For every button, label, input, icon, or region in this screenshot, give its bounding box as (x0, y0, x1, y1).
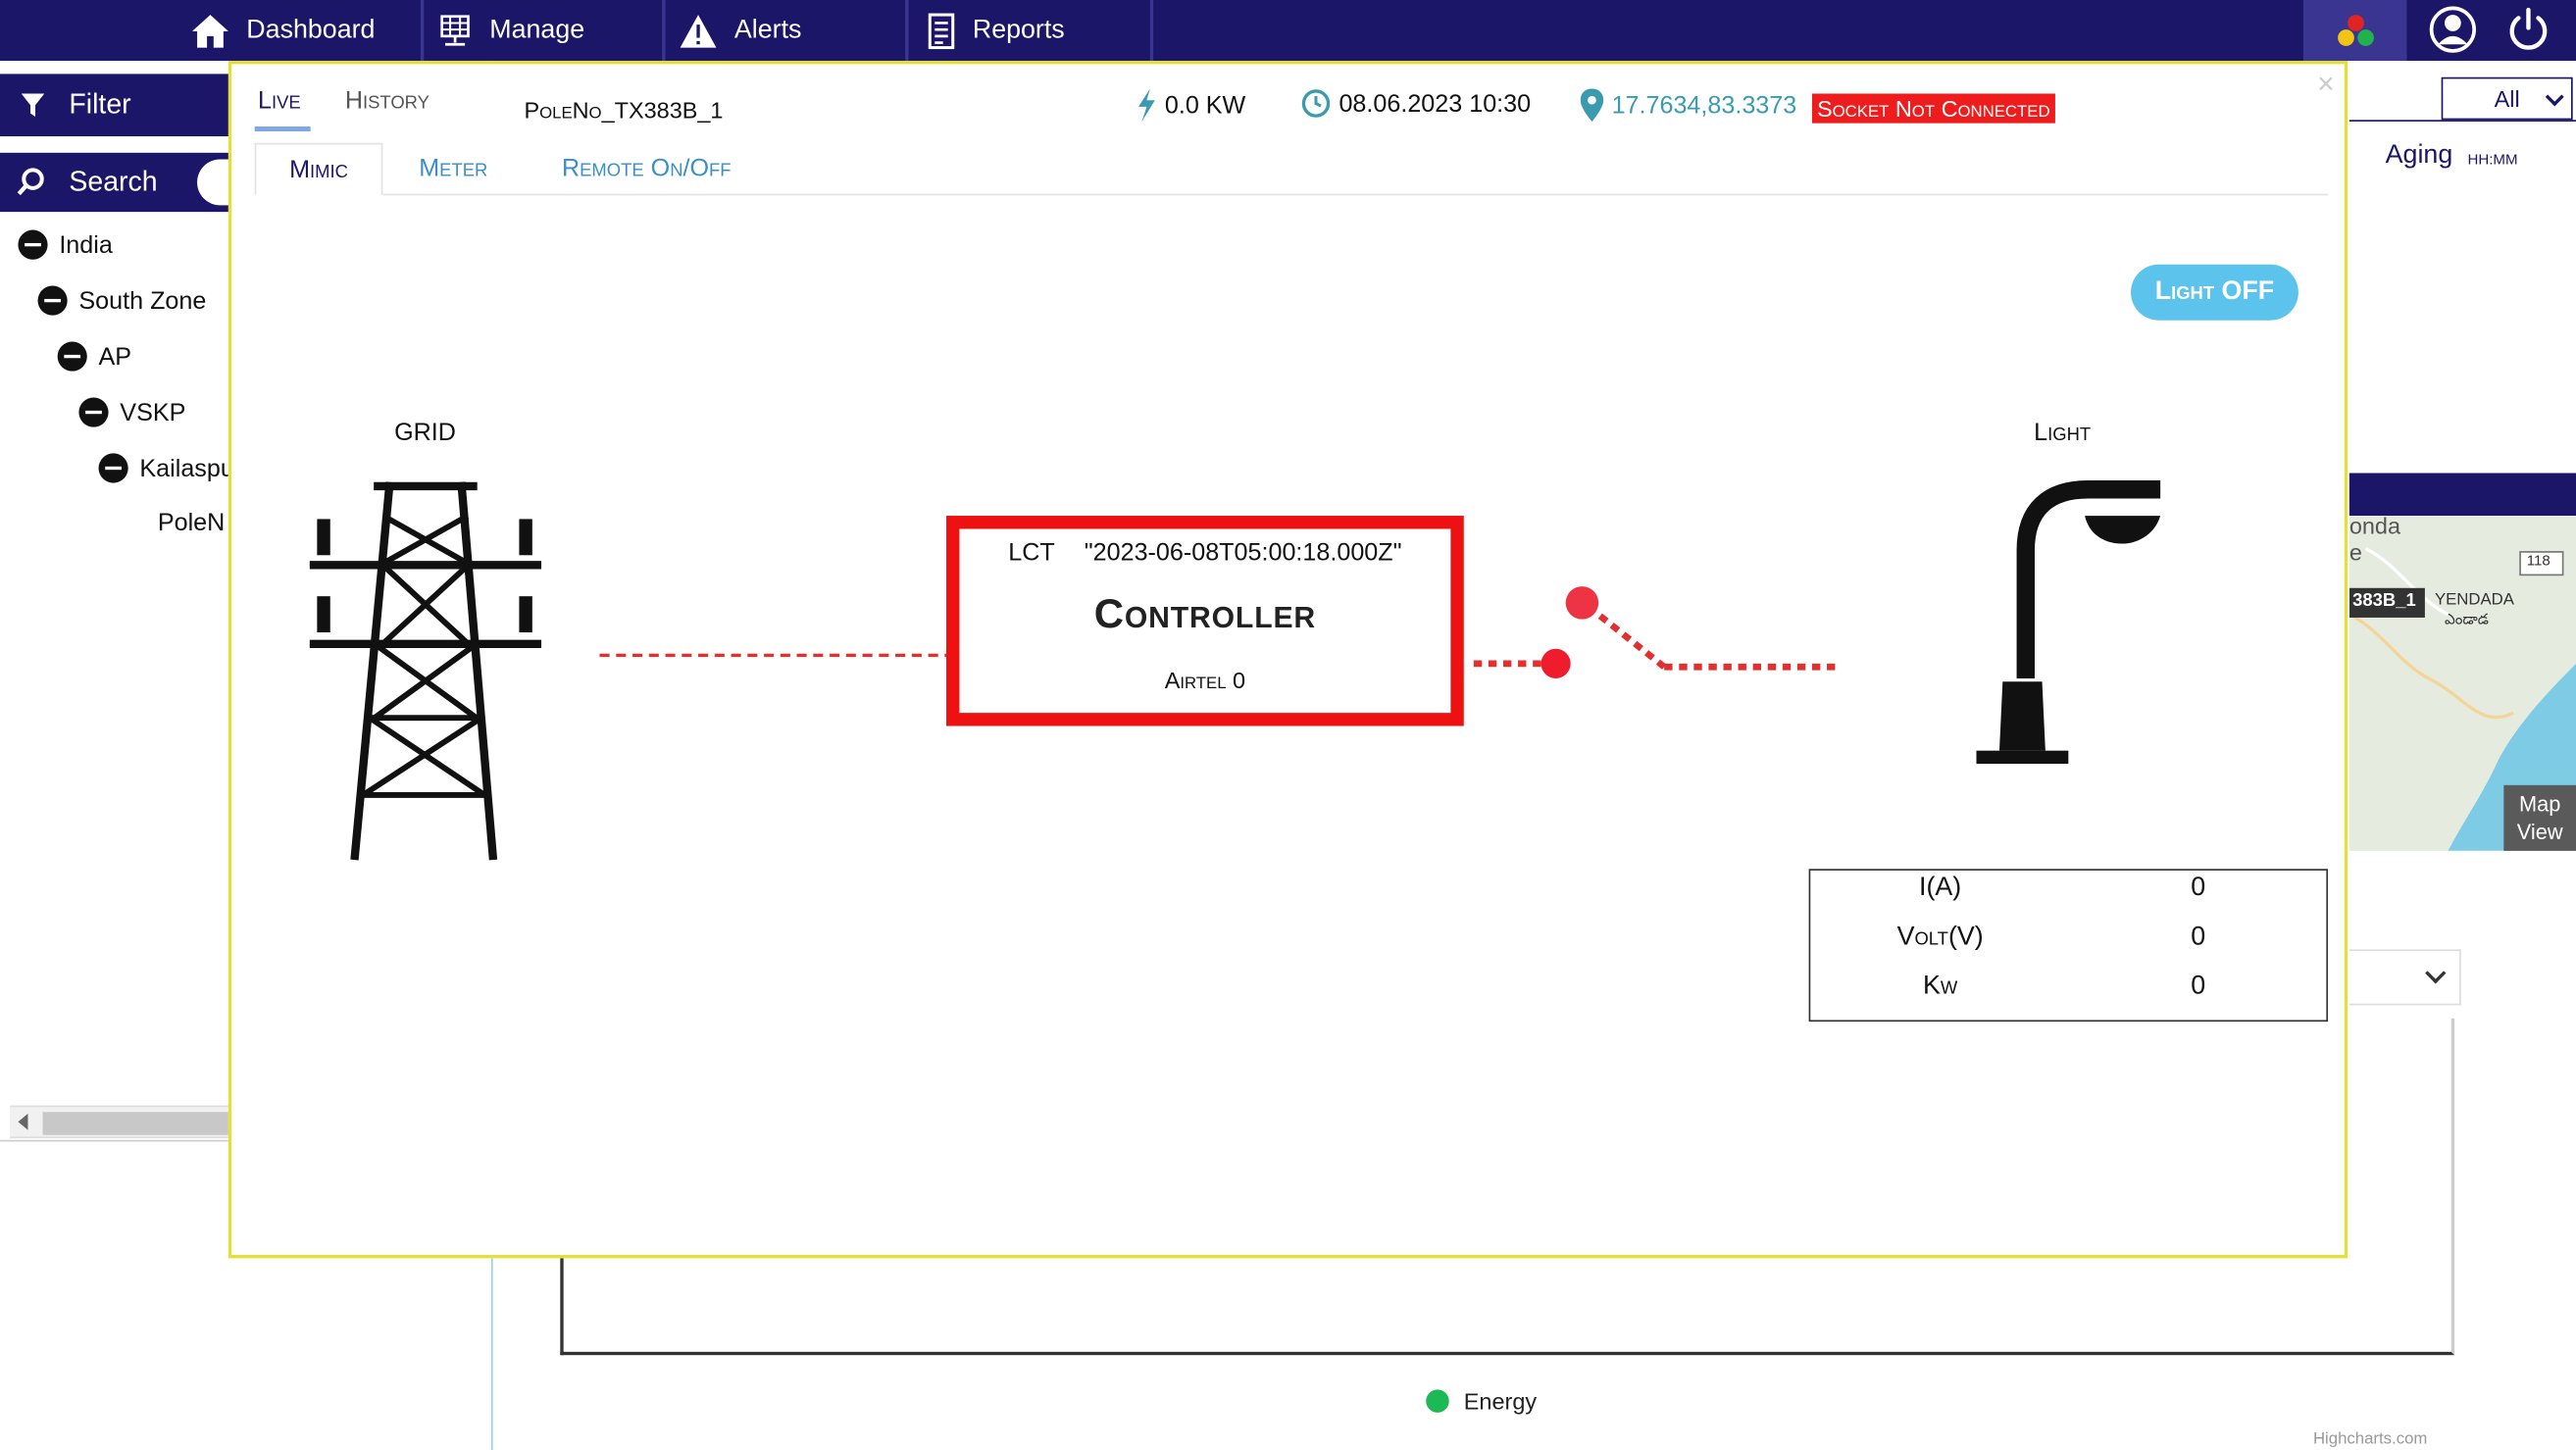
map-pole-tag[interactable]: 383B_1 (2352, 591, 2416, 611)
collapse-icon[interactable] (18, 229, 48, 260)
tree-item-label: South Zone (78, 286, 207, 315)
aging-unit: HH:MM (2467, 151, 2518, 168)
map-view-label: Map (2518, 791, 2561, 817)
switch-contact-icon (1541, 648, 1571, 678)
scroll-thumb[interactable] (42, 1112, 240, 1135)
reading-value: 0 (2191, 874, 2206, 902)
nav-alerts-label: Alerts (733, 15, 802, 44)
nav-manage[interactable]: Manage (437, 0, 584, 61)
reports-icon (928, 12, 955, 49)
legend-dot-icon (1426, 1389, 1449, 1413)
controller-box[interactable]: LCT "2023-06-08T05:00:18.000Z" Controlle… (946, 516, 1464, 726)
divider (2349, 120, 2576, 122)
nav-separator (662, 0, 666, 61)
tree-item-label: Kailaspu (139, 454, 234, 482)
map-view-button[interactable]: Map View (2503, 784, 2576, 851)
nav-manage-label: Manage (489, 15, 585, 44)
switch-contact-icon (1565, 586, 1599, 620)
map-place-label: ఎండాడ (2444, 611, 2489, 628)
nav-reports[interactable]: Reports (927, 0, 1065, 61)
lct-value: "2023-06-08T05:00:18.000Z" (1084, 538, 1402, 568)
tree-item-pole[interactable]: PoleN (158, 509, 225, 536)
collapse-icon[interactable] (57, 341, 87, 372)
collapse-icon[interactable] (78, 397, 109, 427)
reading-value: 0 (2191, 923, 2206, 952)
nav-alerts[interactable]: Alerts (679, 0, 801, 61)
tree-item-label: VSKP (120, 398, 186, 426)
lct-line: LCT "2023-06-08T05:00:18.000Z" (959, 539, 1450, 567)
pole-detail-modal: × Live History PoleNo_TX383B_1 0.0 KW 08… (227, 60, 2349, 1259)
nav-separator (905, 0, 909, 61)
nav-dashboard[interactable]: Dashboard (190, 0, 375, 61)
map-header (2349, 473, 2576, 517)
map-place-label: onda (2349, 516, 2401, 539)
map-route-label: 118 (2526, 551, 2551, 569)
table-row: I(A) 0 (1810, 874, 2329, 923)
collapse-icon[interactable] (98, 453, 128, 483)
reading-label: I(A) (1919, 874, 1962, 902)
nav-separator (1149, 0, 1154, 61)
status-lights-button[interactable] (2302, 0, 2407, 61)
filter-label: Filter (69, 88, 131, 121)
filter-icon (21, 93, 45, 117)
tree-item-south-zone[interactable]: South Zone (37, 285, 207, 316)
map-place-label: e (2349, 538, 2362, 566)
all-select-value: All (2494, 85, 2520, 112)
app-screen: Dashboard Manage Alerts Reports Filter S… (0, 0, 2576, 1450)
search-icon (17, 168, 44, 196)
nav-separator (420, 0, 425, 61)
tree-item-india[interactable]: India (18, 229, 113, 260)
legend-label: Energy (1463, 1387, 1538, 1415)
airtel-status: Airtel 0 (1164, 667, 1246, 694)
reading-label: Volt(V) (1896, 923, 1984, 952)
tree-item-ap[interactable]: AP (57, 341, 132, 372)
scroll-left-icon[interactable] (18, 1113, 28, 1130)
tree-item-label: AP (98, 342, 132, 371)
tree-item-label: India (59, 230, 113, 259)
lct-label: LCT (1008, 538, 1055, 568)
power-icon[interactable] (2503, 5, 2552, 54)
horizontal-scrollbar[interactable] (10, 1105, 240, 1139)
map-view-label: View (2516, 820, 2563, 845)
background-select[interactable] (2349, 949, 2461, 1006)
nav-reports-label: Reports (972, 15, 1065, 44)
tree-item-label: PoleN (157, 509, 226, 537)
table-row: Kw 0 (1810, 973, 2329, 1022)
tree-item-vskp[interactable]: VSKP (78, 397, 186, 427)
readings-table: I(A) 0 Volt(V) 0 Kw 0 (1808, 869, 2329, 1023)
controller-title: Controller (1093, 591, 1317, 638)
chart-credits[interactable]: Highcharts.com (2313, 1430, 2427, 1448)
chart-legend-energy[interactable]: Energy (1426, 1388, 1537, 1415)
reading-value: 0 (2191, 972, 2206, 1001)
open-switch-line (1597, 613, 1667, 670)
home-icon (192, 14, 228, 47)
alert-icon (680, 14, 717, 47)
all-select[interactable]: All (2441, 76, 2573, 121)
transmission-tower-icon (309, 481, 542, 861)
chevron-down-icon (2545, 87, 2564, 107)
aging-label: Aging (2385, 141, 2453, 170)
reading-label: Kw (1923, 972, 1958, 1001)
search-label: Search (69, 166, 158, 198)
collapse-icon[interactable] (37, 285, 68, 316)
user-profile-icon[interactable] (2428, 5, 2477, 54)
table-row: Volt(V) 0 (1810, 924, 2329, 973)
manage-icon (440, 14, 470, 45)
tree-item-kailaspu[interactable]: Kailaspu (98, 453, 234, 483)
top-nav-bar: Dashboard Manage Alerts Reports (0, 0, 2576, 61)
traffic-lights-icon (2337, 14, 2374, 46)
map-place-label: YENDADA (2434, 591, 2514, 610)
street-light-icon (1976, 480, 2161, 765)
nav-dashboard-label: Dashboard (246, 15, 376, 44)
